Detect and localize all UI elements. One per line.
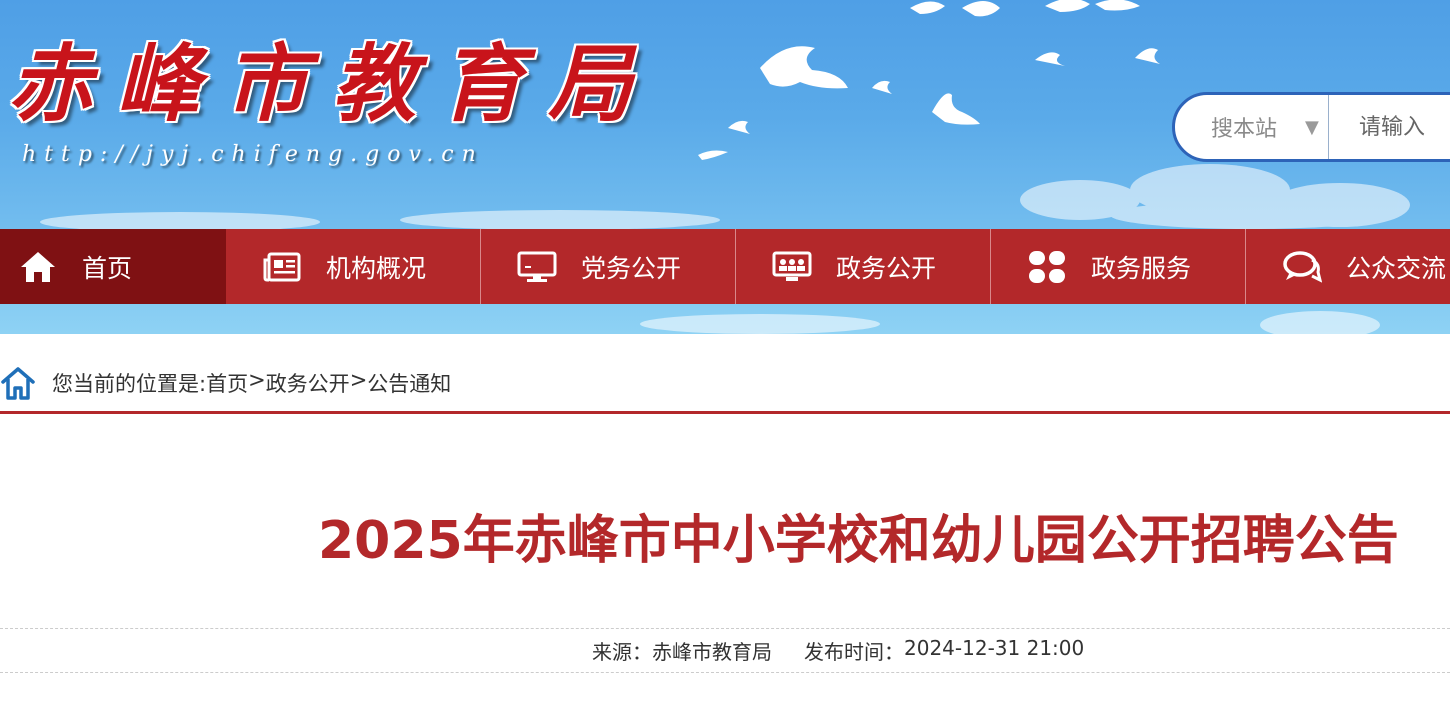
site-title: 赤峰市教育局 — [8, 34, 657, 133]
nav-item-public-communication[interactable]: 公众交流 — [1246, 229, 1450, 304]
nav-item-party-affairs[interactable]: 党务公开 — [481, 229, 736, 304]
search-scope-select[interactable]: 搜本站 ▼ — [1175, 95, 1329, 159]
chat-icon — [1282, 247, 1322, 287]
newspaper-icon — [262, 247, 302, 287]
monitor-icon — [517, 247, 557, 287]
meta-divider-bottom — [0, 672, 1450, 673]
nav-label-organization: 机构概况 — [326, 253, 427, 283]
breadcrumb-prefix: 您当前的位置是: — [52, 371, 207, 396]
source-value: 赤峰市教育局 — [652, 640, 772, 664]
main-nav: 首页 机构概况 党务公开 政务公开 政务服务 公众交流 — [0, 229, 1450, 304]
nav-item-organization[interactable]: 机构概况 — [226, 229, 481, 304]
nav-item-government-affairs[interactable]: 政务公开 — [736, 229, 991, 304]
article-title: 2025年赤峰市中小学校和幼儿园公开招聘公告 — [318, 511, 1399, 571]
nav-label-public-communication: 公众交流 — [1346, 253, 1447, 283]
dove-decorations — [698, 0, 1160, 160]
published-label: 发布时间： — [804, 640, 904, 664]
breadcrumb-separator: > — [349, 367, 368, 392]
home-icon — [18, 247, 58, 287]
meta-divider-top — [0, 628, 1450, 629]
breadcrumb-link-announcements[interactable]: 公告通知 — [367, 368, 451, 398]
breadcrumb-link-government-affairs[interactable]: 政务公开 — [266, 368, 350, 398]
nav-item-government-services[interactable]: 政务服务 — [991, 229, 1246, 304]
site-url: http://jyj.chifeng.gov.cn — [22, 142, 484, 167]
published-value: 2024-12-31 21:00 — [904, 636, 1085, 660]
grid-icon — [1027, 247, 1067, 287]
breadcrumb: 您当前的位置是: 首页 > 政务公开 > 公告通知 — [0, 358, 1450, 414]
breadcrumb-separator: > — [248, 367, 266, 392]
search-box: 搜本站 ▼ — [1172, 92, 1450, 162]
source-label: 来源： — [592, 640, 652, 664]
breadcrumb-link-home[interactable]: 首页 — [206, 368, 248, 398]
article-meta: 来源： 赤峰市教育局 发布时间： 2024-12-31 21:00 — [592, 636, 1084, 665]
nav-label-home: 首页 — [82, 253, 133, 283]
nav-label-party-affairs: 党务公开 — [581, 253, 682, 283]
search-input[interactable] — [1329, 95, 1450, 159]
presentation-icon — [772, 247, 812, 287]
search-scope-label: 搜本站 — [1211, 117, 1278, 142]
home-outline-icon — [1, 366, 35, 400]
chevron-down-icon: ▼ — [1305, 116, 1319, 138]
nav-item-home[interactable]: 首页 — [0, 229, 226, 304]
nav-label-government-services: 政务服务 — [1091, 253, 1192, 283]
nav-label-government-affairs: 政务公开 — [836, 253, 937, 283]
